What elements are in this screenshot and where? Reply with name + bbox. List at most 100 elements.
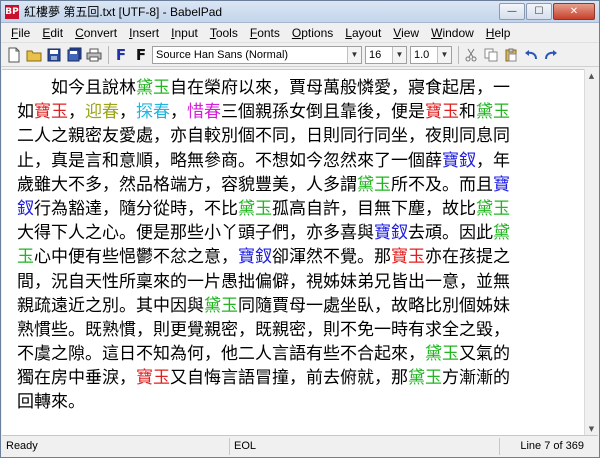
text-run: 心中便有些悒鬱不忿之意， [34, 247, 238, 268]
vertical-scrollbar[interactable]: ▲ ▼ [584, 69, 598, 436]
character-name-daiyu: 黛玉 [357, 174, 391, 195]
text-run: 三個親孫女倒且靠後，便是 [221, 102, 425, 123]
close-button[interactable]: ✕ [553, 3, 595, 20]
scroll-down-icon[interactable]: ▼ [585, 422, 598, 436]
text-line[interactable]: 釵行為豁達，隨分從時，不比黛玉孤高自許，目無下塵，故比黛玉 [17, 197, 577, 221]
paste-icon[interactable] [502, 46, 520, 64]
menu-input[interactable]: Input [165, 26, 204, 40]
menu-edit[interactable]: Edit [36, 26, 69, 40]
menu-convert[interactable]: Convert [69, 26, 123, 40]
text-line[interactable]: 歲雖大不多，然品格端方，容貌豐美，人多謂黛玉所不及。而且寶 [17, 173, 577, 197]
text-run: 親疏遠近之別。其中因與 [17, 295, 204, 316]
text-line[interactable]: 獨在房中垂淚，寶玉又自悔言語冒撞，前去俯就，那黛玉方漸漸的 [17, 366, 577, 390]
character-name-tanchun: 探春 [136, 102, 170, 123]
redo-icon[interactable] [542, 46, 560, 64]
document-text[interactable]: 如今且說林黛玉自在榮府以來，賈母萬般憐愛，寢食起居，一 如寶玉，迎春，探春，惜春三… [17, 76, 577, 415]
babelpad-window: BP 紅樓夢 第五回.txt [UTF-8] - BabelPad — ☐ ✕ … [0, 0, 600, 458]
menu-fonts[interactable]: Fonts [244, 26, 286, 40]
text-run: 孤高自許，目無下塵，故比 [272, 198, 476, 219]
menu-file[interactable]: File [5, 26, 36, 40]
menu-bar: File Edit Convert Insert Input Tools Fon… [1, 23, 599, 43]
toolbar-separator [108, 45, 109, 64]
character-name-baochai: 寶 [493, 174, 510, 195]
text-line[interactable]: 間，況自天性所稟來的一片愚拙偏僻，視姊妹弟兄皆出一意，並無 [17, 270, 577, 294]
font-name-select[interactable]: Source Han Sans (Normal) ▼ [152, 45, 362, 64]
app-icon[interactable]: BP [5, 4, 19, 19]
text-line[interactable]: 如今且說林黛玉自在榮府以來，賈母萬般憐愛，寢食起居，一 [17, 76, 577, 100]
maximize-button[interactable]: ☐ [526, 3, 552, 20]
open-folder-icon[interactable] [25, 46, 43, 64]
text-run: 卻渾然不覺。那 [272, 247, 391, 268]
text-line[interactable]: 玉心中便有些悒鬱不忿之意，寶釵卻渾然不覺。那寶玉亦在孩提之 [17, 245, 577, 269]
character-name-baoyu: 寶玉 [34, 102, 68, 123]
toolbar: F F Source Han Sans (Normal) ▼ 16 ▼ 1.0 … [1, 43, 599, 67]
character-name-baoyu: 寶玉 [425, 102, 459, 123]
menu-view[interactable]: View [387, 26, 425, 40]
character-name-baochai: 寶釵 [238, 247, 272, 268]
text-run: 間，況自天性所稟來的一片愚拙偏僻，視姊妹弟兄皆出一意，並無 [17, 271, 510, 292]
text-line[interactable]: 熟慣些。既熟慣，則更覺親密，既親密，則不免一時有求全之毀， [17, 318, 577, 342]
status-ready: Ready [2, 437, 230, 455]
text-editor[interactable]: 如今且說林黛玉自在榮府以來，賈母萬般憐愛，寢食起居，一 如寶玉，迎春，探春，惜春三… [2, 69, 586, 436]
text-line[interactable]: 親疏遠近之別。其中因與黛玉同隨賈母一處坐臥，故略比別個姊妹 [17, 294, 577, 318]
menu-help[interactable]: Help [480, 26, 517, 40]
text-run: 亦在孩提之 [425, 247, 510, 268]
window-title: 紅樓夢 第五回.txt [UTF-8] - BabelPad [24, 5, 223, 19]
text-run: 如今且說林 [17, 78, 136, 98]
save-icon[interactable] [45, 46, 63, 64]
font-size-select[interactable]: 16 ▼ [365, 45, 407, 64]
text-line[interactable]: 二人之親密友愛處，亦自較別個不同，日則同行同坐，夜則同息同 [17, 124, 577, 148]
text-line[interactable]: 如寶玉，迎春，探春，惜春三個親孫女倒且靠後，便是寶玉和黛玉 [17, 100, 577, 124]
text-line[interactable]: 不虞之隙。這日不知為何，他二人言語有些不合起來，黛玉又氣的 [17, 342, 577, 366]
text-run: ， [119, 102, 136, 123]
copy-icon[interactable] [482, 46, 500, 64]
menu-window[interactable]: Window [425, 26, 480, 40]
text-line[interactable]: 回轉來。 [17, 390, 577, 414]
bold-font-icon[interactable]: F [112, 46, 130, 64]
character-name-daiyu: 黛玉 [425, 344, 459, 365]
chevron-down-icon[interactable]: ▼ [347, 46, 361, 63]
line-spacing-select[interactable]: 1.0 ▼ [410, 45, 452, 64]
window-controls: — ☐ ✕ [498, 3, 595, 20]
character-name-baoyu: 寶玉 [391, 247, 425, 268]
text-run: ，年 [476, 150, 510, 171]
print-icon[interactable] [85, 46, 103, 64]
toolbar-separator [458, 45, 459, 64]
character-name-baochai: 寶釵 [374, 223, 408, 244]
text-run: ， [170, 102, 187, 123]
text-line[interactable]: 大得下人之心。便是那些小丫頭子們，亦多喜與寶釵去頑。因此黛 [17, 221, 577, 245]
status-eol: EOL [230, 437, 500, 455]
title-bar[interactable]: BP 紅樓夢 第五回.txt [UTF-8] - BabelPad — ☐ ✕ [1, 1, 599, 23]
text-run: 熟慣些。既熟慣，則更覺親密，既親密，則不免一時有求全之毀， [17, 319, 510, 340]
text-run: 同隨賈母一處坐臥，故略比別個姊妹 [238, 295, 510, 316]
character-name-daiyu: 黛玉 [476, 102, 510, 123]
text-run: 歲雖大不多，然品格端方，容貌豐美，人多謂 [17, 174, 357, 195]
text-line[interactable]: 止，真是言和意順，略無參商。不想如今忽然來了一個薛寶釵，年 [17, 149, 577, 173]
text-run: 方漸漸的 [442, 368, 510, 389]
new-file-icon[interactable] [5, 46, 23, 64]
save-all-icon[interactable] [65, 46, 83, 64]
character-name-baochai: 寶釵 [442, 150, 476, 171]
menu-insert[interactable]: Insert [123, 26, 165, 40]
character-name-daiyu: 黛玉 [408, 368, 442, 389]
scroll-up-icon[interactable]: ▲ [585, 69, 598, 83]
font-name-value: Source Han Sans (Normal) [156, 48, 289, 61]
text-run: 自在榮府以來，賈母萬般憐愛，寢食起居，一 [170, 78, 510, 98]
menu-options[interactable]: Options [286, 26, 339, 40]
character-name-daiyu: 黛玉 [136, 78, 170, 98]
status-bar: Ready EOL Line 7 of 369 [2, 435, 598, 456]
character-name-baochai: 釵 [17, 198, 34, 219]
chevron-down-icon[interactable]: ▼ [437, 46, 451, 63]
text-run: 大得下人之心。便是那些小丫頭子們，亦多喜與 [17, 223, 374, 244]
font-icon[interactable]: F [132, 46, 150, 64]
character-name-xichun: 惜春 [187, 102, 221, 123]
text-run: 回轉來。 [17, 392, 85, 413]
cut-icon[interactable] [462, 46, 480, 64]
chevron-down-icon[interactable]: ▼ [392, 46, 406, 63]
menu-tools[interactable]: Tools [204, 26, 244, 40]
menu-layout[interactable]: Layout [339, 26, 387, 40]
minimize-button[interactable]: — [499, 3, 525, 20]
undo-icon[interactable] [522, 46, 540, 64]
text-run: 行為豁達，隨分從時，不比 [34, 198, 238, 219]
font-size-value: 16 [369, 48, 382, 61]
